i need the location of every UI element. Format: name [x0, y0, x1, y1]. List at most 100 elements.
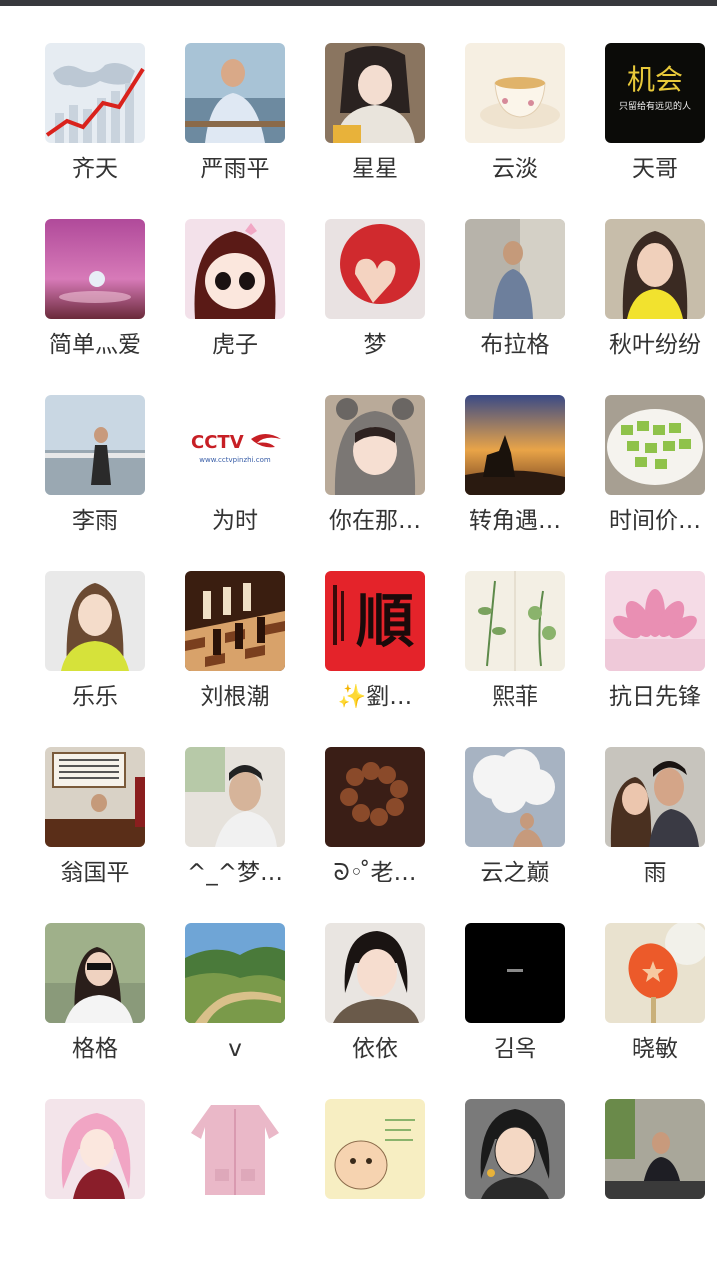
contact-name: 转角遇… [469, 508, 561, 534]
world-map-chart-avatar [45, 43, 145, 143]
chess-board-avatar [185, 571, 285, 671]
contact-item[interactable]: 梦 [305, 219, 445, 395]
contact-name: 为时 [212, 508, 258, 534]
contact-name: 雨 [643, 860, 667, 886]
contact-item[interactable]: 布拉格 [445, 219, 585, 395]
contact-name: 虎子 [212, 332, 258, 358]
contact-item[interactable]: 雨 [585, 747, 717, 923]
contact-name: 刘根潮 [200, 684, 270, 710]
contact-item[interactable]: 齐天 [25, 43, 165, 219]
contact-item[interactable]: 转角遇… [445, 395, 585, 571]
contact-item[interactable]: v [165, 923, 305, 1099]
man-on-boat-avatar [185, 43, 285, 143]
cucumber-plate-avatar [605, 395, 705, 495]
contact-name: 秋叶纷纷 [609, 332, 701, 358]
contact-item[interactable] [25, 1099, 165, 1275]
contact-name: 星星 [352, 156, 398, 182]
office-desk-avatar [45, 747, 145, 847]
contact-name: 抗日先锋 [609, 684, 701, 710]
contact-name: 时间价… [609, 508, 701, 534]
cartoon-girl-avatar [185, 219, 285, 319]
contact-item[interactable]: CCTV www.cctvpinzhi.com 为时 [165, 395, 305, 571]
contact-name: 梦 [363, 332, 387, 358]
contact-item[interactable]: 时间价… [585, 395, 717, 571]
contact-item[interactable]: 机会 只留给有远见的人 天哥 [585, 43, 717, 219]
woman-sunglasses-avatar [45, 923, 145, 1023]
contact-name: 云淡 [492, 156, 538, 182]
couple-selfie-avatar [605, 747, 705, 847]
smiling-woman-avatar [605, 219, 705, 319]
opportunity-text-avatar: 机会只留给有远见的人 [605, 43, 705, 143]
horseman-sunset-avatar [465, 395, 565, 495]
contact-name: 晓敏 [632, 1036, 678, 1062]
mirror-selfie-avatar [465, 219, 565, 319]
contact-item[interactable] [165, 1099, 305, 1275]
child-bear-hat-avatar [325, 395, 425, 495]
woman-on-deck-avatar [45, 395, 145, 495]
contact-item[interactable]: 星星 [305, 43, 445, 219]
avatar-calligraphy-text: 順 [356, 587, 414, 655]
botanical-drawing-avatar [465, 571, 565, 671]
contact-item[interactable]: 熙菲 [445, 571, 585, 747]
girl-pout-avatar [325, 923, 425, 1023]
contact-item[interactable]: 云之巅 [445, 747, 585, 923]
water-drop-avatar [45, 219, 145, 319]
avatar-url-text: www.cctvpinzhi.com [199, 456, 271, 464]
pink-sweater-avatar [185, 1099, 285, 1199]
contact-item[interactable]: 晓敏 [585, 923, 717, 1099]
girl-with-scarf-avatar [325, 43, 425, 143]
woman-portrait-avatar [45, 571, 145, 671]
contact-item[interactable]: 格格 [25, 923, 165, 1099]
contact-item[interactable]: 云淡 [445, 43, 585, 219]
contact-name: 熙菲 [492, 684, 538, 710]
contact-item[interactable]: ᘐ◦ ̊老… [305, 747, 445, 923]
contact-item[interactable]: 乐乐 [25, 571, 165, 747]
contact-item[interactable]: 简单灬爱 [25, 219, 165, 395]
river-valley-avatar [185, 923, 285, 1023]
contact-grid: 齐天 严雨平 星星 云淡 机会 只留给有远见的人 天哥 简单灬爱 虎子 梦 布拉… [0, 0, 717, 1212]
man-seated-avatar [605, 1099, 705, 1199]
black-square-avatar [465, 923, 565, 1023]
contact-name: ✨劉… [337, 684, 413, 710]
heart-apple-avatar [325, 219, 425, 319]
contact-name: 乐乐 [72, 684, 118, 710]
contact-item[interactable]: 李雨 [25, 395, 165, 571]
contact-name: ᘐ◦ ̊老… [333, 860, 417, 886]
contact-name: 李雨 [72, 508, 118, 534]
calligraphy-shun-avatar: 順 [325, 571, 425, 671]
avatar-title-text: 机会 [627, 63, 683, 96]
contact-name: 김옥 [493, 1036, 537, 1062]
contact-item[interactable]: 順 ✨劉… [305, 571, 445, 747]
contact-item[interactable]: 虎子 [165, 219, 305, 395]
contact-name: v [228, 1036, 242, 1062]
contact-name: ^_^梦… [186, 860, 284, 886]
avatar-subtitle-text: 只留给有远见的人 [619, 100, 691, 112]
red-leaf-avatar [605, 923, 705, 1023]
teacup-avatar [465, 43, 565, 143]
contact-name: 依依 [352, 1036, 398, 1062]
contact-item[interactable]: 依依 [305, 923, 445, 1099]
prayer-beads-avatar [325, 747, 425, 847]
avatar-logo-text: CCTV [191, 432, 244, 453]
contact-item[interactable] [585, 1099, 717, 1275]
contact-item[interactable] [445, 1099, 585, 1275]
cctv-logo-avatar: CCTV www.cctvpinzhi.com [185, 395, 285, 495]
contact-item[interactable] [305, 1099, 445, 1275]
smoke-cloud-avatar [465, 747, 565, 847]
cartoon-doodle-avatar [325, 1099, 425, 1199]
contact-item[interactable]: 김옥 [445, 923, 585, 1099]
contact-name: 严雨平 [200, 156, 270, 182]
contact-name: 齐天 [72, 156, 118, 182]
contact-item[interactable]: 抗日先锋 [585, 571, 717, 747]
contact-name: 格格 [72, 1036, 118, 1062]
man-in-car-avatar [185, 747, 285, 847]
contact-item[interactable]: 翁国平 [25, 747, 165, 923]
contact-item[interactable]: 你在那… [305, 395, 445, 571]
contact-item[interactable]: 刘根潮 [165, 571, 305, 747]
contact-item[interactable]: ^_^梦… [165, 747, 305, 923]
contact-item[interactable]: 秋叶纷纷 [585, 219, 717, 395]
lotus-flower-avatar [605, 571, 705, 671]
contact-name: 云之巅 [480, 860, 550, 886]
anime-girl-avatar [45, 1099, 145, 1199]
contact-item[interactable]: 严雨平 [165, 43, 305, 219]
